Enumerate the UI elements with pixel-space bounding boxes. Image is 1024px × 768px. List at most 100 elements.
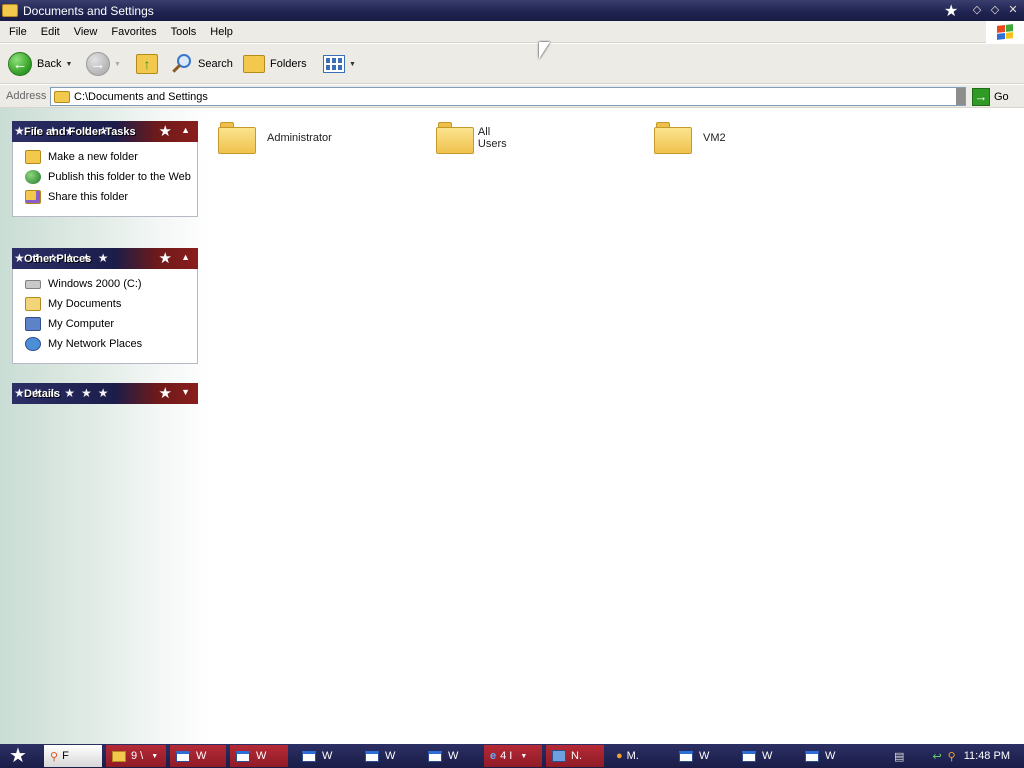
clock[interactable]: 11:48 PM (964, 750, 1010, 762)
taskbar-group[interactable]: e 4 I ▼ (484, 745, 542, 767)
taskbar-item[interactable]: W (230, 745, 288, 767)
menu-tools[interactable]: Tools (164, 26, 204, 38)
address-dropdown-button[interactable] (956, 88, 965, 105)
address-label: Address (6, 90, 47, 102)
taskbar-item[interactable]: W (359, 745, 417, 767)
group-dropdown-icon: ▼ (520, 752, 528, 760)
window-icon (365, 750, 379, 762)
tray-arrow-icon[interactable]: ↩ (932, 750, 941, 763)
expand-chevron-icon[interactable]: ▼ (181, 387, 190, 397)
task-publish-to-web[interactable]: Publish this folder to the Web (25, 170, 197, 184)
folder-item-all-users[interactable]: All Users (436, 118, 514, 158)
panel-header[interactable]: ★★★★★★ File and Folder Tasks ★ ▲ (12, 121, 198, 142)
task-share-folder[interactable]: Share this folder (25, 190, 197, 204)
window-icon (805, 750, 819, 762)
folder-name: Administrator (267, 132, 332, 144)
place-my-network-places[interactable]: My Network Places (25, 337, 197, 351)
maximize-button[interactable]: ◇ (987, 2, 1003, 18)
window-title: Documents and Settings (23, 3, 154, 18)
close-button[interactable]: ✕ (1005, 2, 1021, 18)
star-icon: ★ (158, 123, 172, 140)
other-places-panel: ★★★★★★ Other Places ★ ▲ Windows 2000 (C:… (12, 248, 198, 364)
taskbar-label: W (825, 750, 836, 762)
search-icon (171, 53, 193, 75)
folder-icon (54, 90, 70, 103)
taskbar-item[interactable]: W (799, 745, 857, 767)
place-label: My Documents (48, 298, 122, 310)
taskbar-label: F (62, 750, 69, 762)
views-button[interactable]: ▼ (323, 51, 356, 77)
folders-label: Folders (270, 58, 307, 70)
group-dropdown-icon: ▼ (151, 752, 159, 760)
panel-title: Other Places (24, 252, 92, 265)
taskbar-label: W (762, 750, 773, 762)
system-tray: ▤ ↩ ⚲ 11:48 PM (894, 744, 1024, 768)
place-my-documents[interactable]: My Documents (25, 297, 197, 311)
folder-icon (436, 122, 474, 154)
search-button[interactable]: Search (171, 51, 233, 77)
address-input[interactable]: C:\Documents and Settings (50, 87, 966, 106)
go-label: Go (994, 90, 1009, 103)
taskbar-item[interactable]: W (736, 745, 794, 767)
folders-button[interactable]: Folders (243, 51, 307, 77)
task-label: Publish this folder to the Web (48, 171, 191, 183)
address-bar: Address C:\Documents and Settings → Go (0, 85, 1024, 108)
window-icon (236, 750, 250, 762)
views-dropdown-icon[interactable]: ▼ (349, 61, 356, 68)
file-folder-tasks-panel: ★★★★★★ File and Folder Tasks ★ ▲ Make a … (12, 121, 198, 217)
panel-title: Details (24, 387, 61, 400)
collapse-chevron-icon[interactable]: ▲ (181, 125, 190, 135)
forward-arrow-icon: → (86, 52, 110, 76)
taskbar-item[interactable]: W (673, 745, 731, 767)
task-make-new-folder[interactable]: Make a new folder (25, 150, 197, 164)
taskbar-item[interactable]: N. (546, 745, 604, 767)
minimize-button[interactable]: ◇ (969, 2, 985, 18)
forward-button[interactable]: → ▼ (86, 51, 121, 77)
taskbar-label: W (322, 750, 333, 762)
menu-help[interactable]: Help (203, 26, 240, 38)
back-button[interactable]: ← Back ▼ (8, 51, 72, 77)
folders-icon (243, 55, 265, 73)
folder-item-vm2[interactable]: VM2 (654, 118, 726, 158)
star-icon: ★ (158, 385, 172, 402)
panel-header[interactable]: ★★★★★★ Other Places ★ ▲ (12, 248, 198, 269)
theme-star-icon: ★ (944, 3, 959, 20)
folder-icon (112, 750, 126, 762)
menu-favorites[interactable]: Favorites (104, 26, 163, 38)
taskbar-label: W (256, 750, 267, 762)
folder-icon (2, 4, 18, 17)
start-button[interactable]: ★ (0, 744, 36, 768)
up-button[interactable]: ↑ (136, 51, 158, 77)
folder-name: All Users (477, 126, 507, 150)
taskbar-item[interactable]: ● M. (610, 745, 668, 767)
menu-view[interactable]: View (67, 26, 105, 38)
panel-header[interactable]: ★★★★★★ Details ★ ▼ (12, 383, 198, 404)
place-my-computer[interactable]: My Computer (25, 317, 197, 331)
keyboard-icon[interactable]: ▤ (894, 750, 904, 763)
menu-bar: File Edit View Favorites Tools Help (0, 21, 1024, 43)
menu-edit[interactable]: Edit (34, 26, 67, 38)
taskbar-label: W (385, 750, 396, 762)
taskbar-item[interactable]: W (422, 745, 480, 767)
taskbar-label: 9 \ (131, 750, 144, 762)
mouse-cursor-icon (539, 42, 550, 59)
window-icon (428, 750, 442, 762)
window-icon (679, 750, 693, 762)
internet-explorer-icon: e (490, 750, 497, 762)
forward-dropdown-icon[interactable]: ▼ (114, 61, 121, 68)
back-dropdown-icon[interactable]: ▼ (65, 61, 72, 68)
my-documents-icon (25, 297, 41, 311)
folder-item-administrator[interactable]: Administrator (218, 118, 332, 158)
windows-logo (986, 21, 1024, 43)
taskbar-item[interactable]: ⚲ F (44, 745, 102, 767)
collapse-chevron-icon[interactable]: ▲ (181, 252, 190, 262)
taskbar-item[interactable]: W (296, 745, 354, 767)
menu-file[interactable]: File (0, 26, 34, 38)
window-icon (302, 750, 316, 762)
go-button[interactable]: → Go (972, 87, 1009, 106)
tray-search-icon[interactable]: ⚲ (948, 750, 956, 763)
place-windows-drive[interactable]: Windows 2000 (C:) (25, 277, 197, 291)
taskbar-group[interactable]: 9 \ ▼ (106, 745, 166, 767)
new-folder-icon (25, 150, 41, 164)
taskbar-item[interactable]: W (170, 745, 226, 767)
